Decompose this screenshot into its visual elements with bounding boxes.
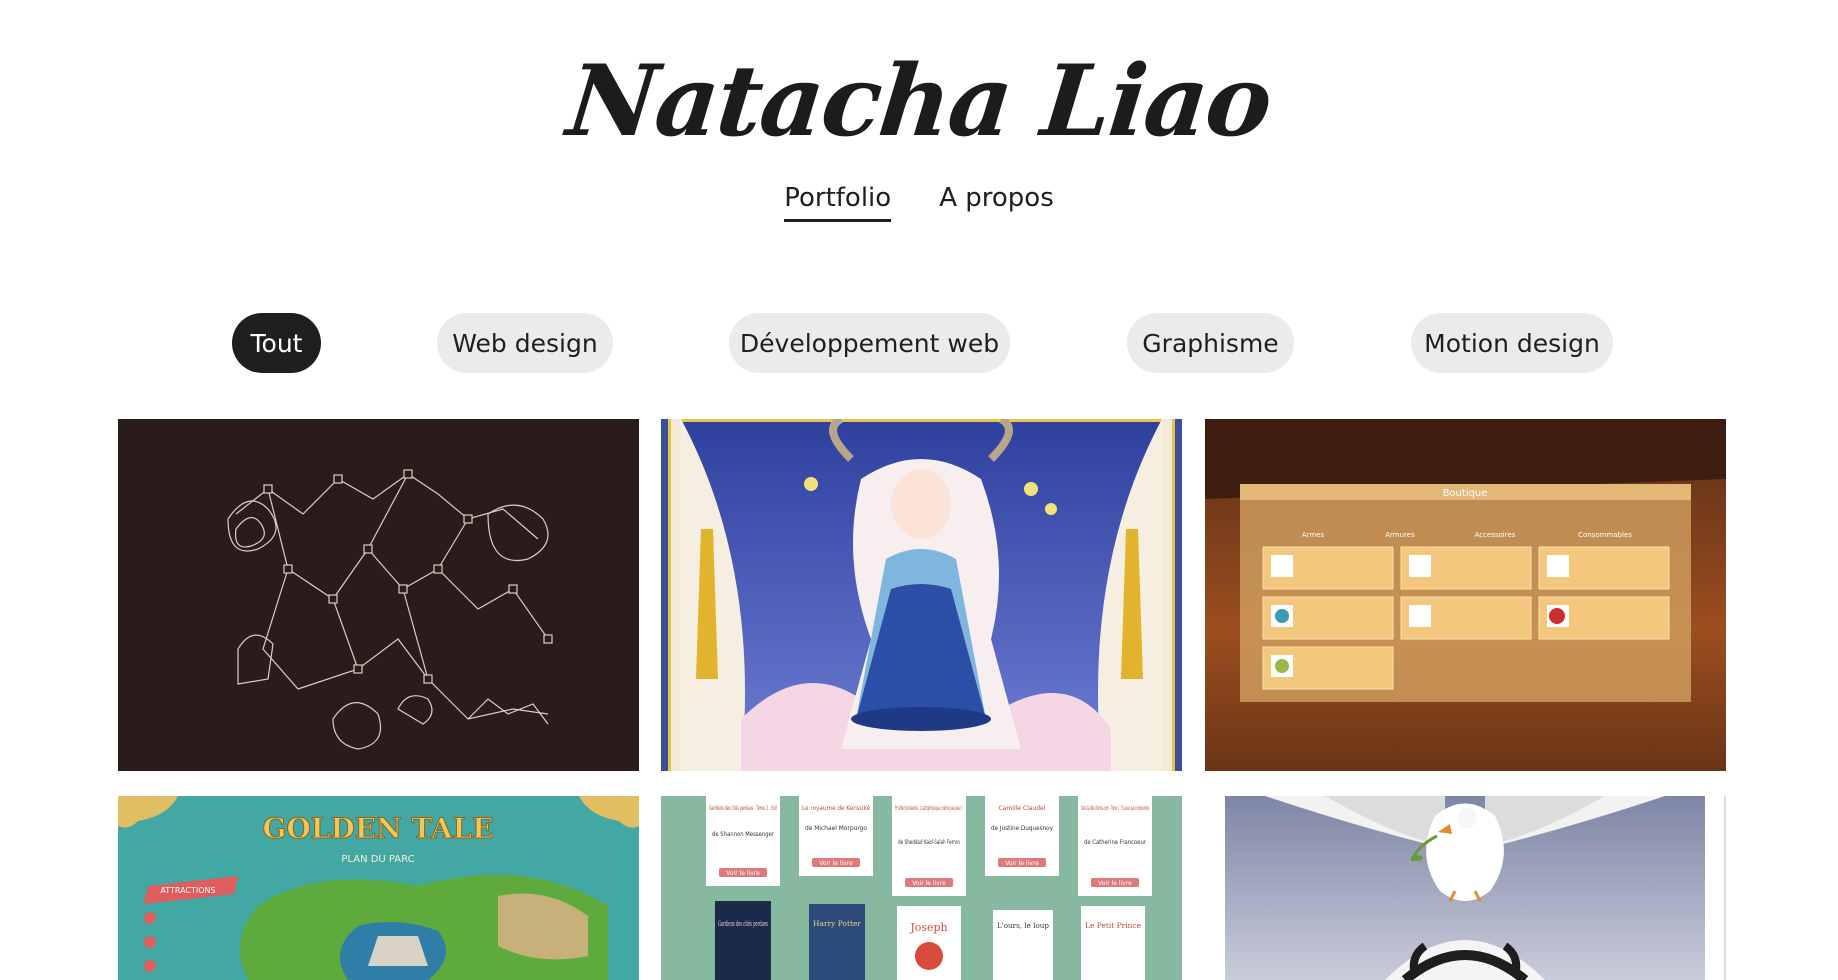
book-cover-2: Harry Potter bbox=[813, 920, 862, 928]
shop-ui-image: Boutique Armes Armures Accessoires Conso… bbox=[1205, 419, 1726, 771]
constellation-map-image bbox=[118, 419, 639, 771]
book-card-1-title: Gardiens des cités perdues - Tome 2 : Ex… bbox=[709, 805, 777, 812]
filter-web-design[interactable]: Web design bbox=[437, 313, 613, 373]
shop-col-consommables: Consommables bbox=[1578, 531, 1632, 539]
shop-col-armures: Armures bbox=[1385, 531, 1415, 539]
book-cover-1: Gardiens des cités perdues bbox=[718, 920, 768, 928]
book-card-3-button: Voir le livre bbox=[912, 880, 946, 887]
deer-girl-illustration bbox=[661, 419, 1182, 771]
book-card-1-author: de Shannon Messenger bbox=[712, 831, 774, 838]
park-subtitle: PLAN DU PARC bbox=[341, 854, 414, 865]
filter-graphisme[interactable]: Graphisme bbox=[1127, 313, 1294, 373]
project-tile-constellation-map[interactable] bbox=[118, 419, 639, 771]
park-title: GOLDEN TALE bbox=[262, 812, 493, 845]
book-cover-5: Le Petit Prince bbox=[1085, 922, 1141, 930]
theme-park-map-image: GOLDEN TALE PLAN DU PARC ATTRACTIONS bbox=[118, 796, 639, 980]
project-tile-books[interactable]: Gardiens des cités perdues - Tome 2 : Ex… bbox=[661, 796, 1182, 980]
project-tile-dove[interactable] bbox=[1205, 796, 1726, 980]
book-card-3-author: de Sheddad Kaid-Salah Ferron bbox=[898, 839, 960, 846]
book-cover-3: Joseph bbox=[909, 921, 947, 934]
project-tile-shop-ui[interactable]: Boutique Armes Armures Accessoires Conso… bbox=[1205, 419, 1726, 771]
book-card-5-author: de Catherine Francoeur bbox=[1084, 839, 1146, 846]
book-card-1-button: Voir le livre bbox=[726, 870, 760, 877]
book-card-2-button: Voir le livre bbox=[819, 860, 853, 867]
filter-motion-design[interactable]: Motion design bbox=[1411, 313, 1613, 373]
book-card-2-author: de Michael Morpurgo bbox=[805, 825, 867, 832]
filter-developpement-web[interactable]: Développement web bbox=[729, 313, 1010, 373]
book-card-2-title: Le royaume de Kensuké bbox=[802, 805, 870, 812]
park-attractions-badge: ATTRACTIONS bbox=[160, 886, 215, 895]
book-card-4-title: Camille Claudel bbox=[999, 805, 1046, 812]
dove-illustration bbox=[1205, 796, 1726, 980]
main-nav: Portfolio A propos bbox=[0, 183, 1838, 222]
book-cover-4: L'ours, le loup bbox=[997, 922, 1050, 930]
nav-a-propos[interactable]: A propos bbox=[939, 183, 1054, 222]
book-card-5-button: Voir le livre bbox=[1098, 880, 1132, 887]
filter-tout[interactable]: Tout bbox=[232, 313, 321, 373]
shop-boutique-title: Boutique bbox=[1443, 488, 1488, 499]
shop-col-accessoires: Accessoires bbox=[1475, 531, 1516, 539]
shop-col-armes: Armes bbox=[1302, 531, 1325, 539]
book-card-4-button: Voir le livre bbox=[1005, 860, 1039, 867]
book-card-4-author: de Justine Duquesnoy bbox=[991, 825, 1053, 832]
site-title: Natacha Liao bbox=[562, 44, 1276, 159]
project-tile-theme-park[interactable]: GOLDEN TALE PLAN DU PARC ATTRACTIONS bbox=[118, 796, 639, 980]
category-filters: Tout Web design Développement web Graphi… bbox=[0, 313, 1838, 373]
books-page-image: Gardiens des cités perdues - Tome 2 : Ex… bbox=[661, 796, 1182, 980]
book-card-3-title: Pr Albert présente : L'astrophysique, mê… bbox=[895, 805, 963, 812]
book-card-5-title: Dans la tête d'Anna.com - Tome 1 : Tu pe… bbox=[1081, 805, 1149, 812]
project-tile-illustration[interactable] bbox=[661, 419, 1182, 771]
nav-portfolio[interactable]: Portfolio bbox=[784, 183, 892, 222]
